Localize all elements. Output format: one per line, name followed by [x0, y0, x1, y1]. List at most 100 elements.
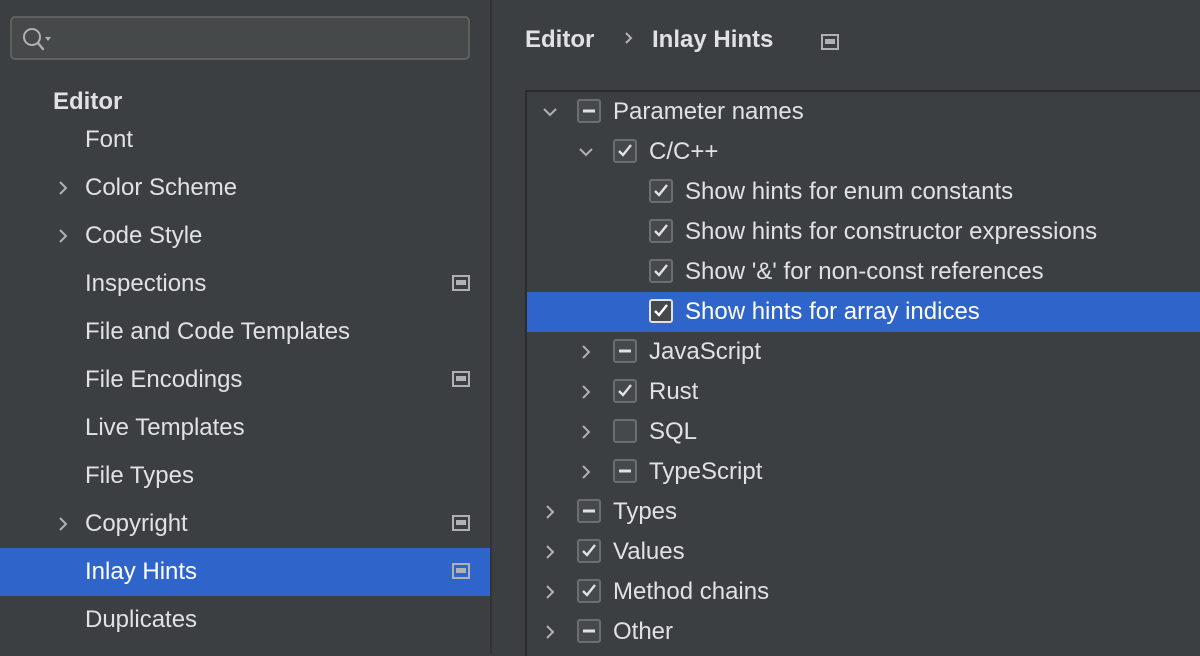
breadcrumb-editor[interactable]: Editor [525, 26, 594, 54]
sidebar-item-color-scheme[interactable]: Color Scheme [0, 164, 490, 212]
checkbox-checked[interactable] [649, 259, 673, 283]
tree-row-label: Method chains [613, 578, 770, 605]
tree-row-c-c[interactable]: C/C++ [527, 132, 1200, 172]
chevron-right-icon[interactable] [577, 463, 595, 481]
tree-row-label: SQL [649, 418, 698, 445]
indeterminate-icon [619, 469, 631, 473]
chevron-right-icon[interactable] [541, 503, 559, 521]
sidebar-item-copyright[interactable]: Copyright [0, 500, 490, 548]
chevron-right-icon[interactable] [577, 423, 595, 441]
sidebar-item-label: Duplicates [85, 606, 198, 633]
sidebar-item-inlay-hints[interactable]: Inlay Hints [0, 548, 490, 596]
indeterminate-icon [583, 629, 595, 633]
tree-row-parameter-names[interactable]: Parameter names [527, 92, 1200, 132]
checkmark-icon [654, 304, 668, 317]
checkbox-unchecked[interactable] [613, 419, 637, 443]
settings-sidebar: Editor Font Color Scheme Code Style Inspect… [0, 0, 490, 654]
tree-row-show-hints-for-enum-constants[interactable]: Show hints for enum constants [527, 172, 1200, 212]
sidebar-item-label: Code Style [85, 222, 203, 249]
checkbox-mixed[interactable] [613, 459, 637, 483]
sidebar-item-label: File and Code Templates [85, 318, 351, 345]
sidebar-item-file-and-code-templates[interactable]: File and Code Templates [0, 308, 490, 356]
project-scope-icon [452, 371, 470, 387]
project-scope-icon [452, 563, 470, 579]
checkmark-icon [654, 184, 668, 197]
tree-row-other[interactable]: Other [527, 612, 1200, 652]
tree-row-label: Show hints for constructor expressions [685, 218, 1098, 245]
sidebar-item-live-templates[interactable]: Live Templates [0, 404, 490, 452]
checkbox-mixed[interactable] [577, 99, 601, 123]
tree-row-javascript[interactable]: JavaScript [527, 332, 1200, 372]
search-icon[interactable] [21, 26, 51, 52]
chevron-right-icon[interactable] [577, 383, 595, 401]
checkbox-checked[interactable] [649, 179, 673, 203]
sidebar-item-duplicates[interactable]: Duplicates [0, 596, 490, 644]
tree-row-label: C/C++ [649, 138, 719, 165]
tree-row-show-hints-for-constructor-expressions[interactable]: Show hints for constructor expressions [527, 212, 1200, 252]
tree-row-label: Show hints for enum constants [685, 178, 1014, 205]
checkbox-checked[interactable] [577, 579, 601, 603]
tree-row-label: TypeScript [649, 458, 763, 485]
sidebar-item-font[interactable]: Font [0, 116, 490, 164]
sidebar-item-label: Color Scheme [85, 174, 238, 201]
tree-row-label: Show '&' for non-const references [685, 258, 1044, 285]
chevron-right-icon[interactable] [54, 515, 72, 533]
sidebar-item-label: File Encodings [85, 366, 243, 393]
checkbox-checked[interactable] [613, 379, 637, 403]
sidebar-item-label: Inspections [85, 270, 207, 297]
tree-row-show-hints-for-array-indices[interactable]: Show hints for array indices [527, 292, 1200, 332]
tree-row-rust[interactable]: Rust [527, 372, 1200, 412]
breadcrumb-inlay-hints: Inlay Hints [652, 26, 774, 53]
checkbox-checked[interactable] [649, 219, 673, 243]
sidebar-item-label: Copyright [85, 510, 188, 537]
search-input[interactable] [56, 24, 465, 54]
indeterminate-icon [583, 109, 595, 113]
tree-row-label: Other [613, 618, 674, 645]
tree-row-types[interactable]: Types [527, 492, 1200, 532]
sidebar-item-label: File Types [85, 462, 194, 489]
chevron-right-icon[interactable] [54, 179, 72, 197]
tree-row-show-for-non-const-references[interactable]: Show '&' for non-const references [527, 252, 1200, 292]
tree-row-typescript[interactable]: TypeScript [527, 452, 1200, 492]
chevron-right-icon[interactable] [54, 227, 72, 245]
indeterminate-icon [619, 349, 631, 353]
checkmark-icon [582, 584, 596, 597]
chevron-right-icon[interactable] [541, 623, 559, 641]
checkbox-checked[interactable] [577, 539, 601, 563]
sidebar-item-file-types[interactable]: File Types [0, 452, 490, 500]
search-field[interactable] [10, 16, 470, 60]
chevron-down-icon[interactable] [577, 143, 595, 161]
checkbox-checked[interactable] [649, 299, 673, 323]
checkbox-checked[interactable] [613, 139, 637, 163]
checkbox-mixed[interactable] [577, 499, 601, 523]
chevron-right-icon[interactable] [541, 583, 559, 601]
chevron-right-icon[interactable] [541, 543, 559, 561]
sidebar-item-label: Inlay Hints [85, 558, 198, 585]
checkmark-icon [582, 544, 596, 557]
tree-row-label: Parameter names [613, 98, 804, 125]
tree-row-sql[interactable]: SQL [527, 412, 1200, 452]
settings-main-panel: Editor Inlay Hints Parameter names C/C++ S… [492, 0, 1200, 656]
tree-row-label: Types [613, 498, 678, 525]
sidebar-item-file-encodings[interactable]: File Encodings [0, 356, 490, 404]
checkbox-mixed[interactable] [613, 339, 637, 363]
sidebar-item-label: Live Templates [85, 414, 245, 441]
tree-row-method-chains[interactable]: Method chains [527, 572, 1200, 612]
chevron-right-icon[interactable] [577, 343, 595, 361]
sidebar-item-inspections[interactable]: Inspections [0, 260, 490, 308]
chevron-down-icon[interactable] [541, 103, 559, 121]
indeterminate-icon [583, 509, 595, 513]
sidebar-item-label: Font [85, 126, 134, 153]
checkmark-icon [618, 384, 632, 397]
tree-row-values[interactable]: Values [527, 532, 1200, 572]
checkmark-icon [618, 144, 632, 157]
project-scope-icon [821, 34, 839, 50]
chevron-right-icon [625, 32, 633, 44]
inlay-hints-tree: Parameter names C/C++ Show hints for enum … [525, 90, 1200, 656]
tree-row-label: Values [613, 538, 685, 565]
sidebar-group-editor: Editor [53, 88, 123, 115]
sidebar-item-code-style[interactable]: Code Style [0, 212, 490, 260]
tree-row-label: Rust [649, 378, 699, 405]
tree-row-label: Show hints for array indices [685, 298, 980, 325]
checkbox-mixed[interactable] [577, 619, 601, 643]
